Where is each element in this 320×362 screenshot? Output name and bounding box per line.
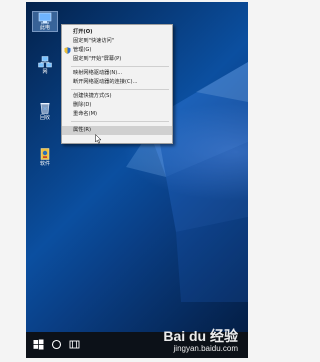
menu-item-delete[interactable]: 删除(D) [62, 101, 172, 110]
desktop-icon-label: 此电 [39, 25, 50, 31]
menu-separator [71, 121, 169, 122]
baidu-jingyan-watermark: Bai du 经验 jingyan.baidu.com [163, 328, 238, 354]
software-icon [40, 148, 50, 160]
menu-item-manage[interactable]: 管理(G) [62, 46, 172, 55]
menu-separator [71, 89, 169, 90]
search-circle-icon[interactable] [50, 338, 63, 351]
shield-icon [64, 47, 71, 54]
desktop-screen: 此电 网 回收 软件 打开(O) 固定到"快速访问" 管理(G) 固定到"开始"… [26, 2, 248, 358]
context-menu: 打开(O) 固定到"快速访问" 管理(G) 固定到"开始"屏幕(P) 映射网络驱… [61, 24, 173, 144]
watermark-site: jingyan.baidu.com [173, 344, 238, 353]
desktop-icon-this-pc[interactable]: 此电 [32, 11, 58, 32]
menu-item-pin-start[interactable]: 固定到"开始"屏幕(P) [62, 55, 172, 64]
desktop-icon-network[interactable]: 网 [33, 56, 57, 75]
menu-item-map-network-drive[interactable]: 映射网络驱动器(N)... [62, 69, 172, 78]
mouse-pointer-icon [95, 134, 102, 144]
network-icon [38, 56, 52, 68]
desktop-icon-software[interactable]: 软件 [33, 148, 57, 167]
watermark-logo: Bai du 经验 [163, 328, 238, 344]
desktop-icon-recycle-bin[interactable]: 回收 [33, 102, 57, 121]
task-view-icon[interactable] [68, 338, 81, 351]
desktop-icon-label: 回收 [39, 115, 50, 121]
computer-icon [38, 12, 52, 24]
menu-item-rename[interactable]: 重命名(M) [62, 110, 172, 119]
recycle-bin-icon [40, 103, 50, 114]
menu-item-properties[interactable]: 属性(R) [62, 126, 172, 135]
menu-item-pin-quick-access[interactable]: 固定到"快速访问" [62, 37, 172, 46]
menu-separator [71, 66, 169, 67]
menu-item-open[interactable]: 打开(O) [62, 28, 172, 37]
menu-item-create-shortcut[interactable]: 创建快捷方式(S) [62, 92, 172, 101]
menu-item-disconnect-network-drive[interactable]: 断开网络驱动器的连接(C)... [62, 78, 172, 87]
windows-start-icon[interactable] [32, 338, 45, 351]
desktop-icon-label: 网 [42, 69, 48, 75]
desktop-icon-label: 软件 [39, 161, 50, 167]
